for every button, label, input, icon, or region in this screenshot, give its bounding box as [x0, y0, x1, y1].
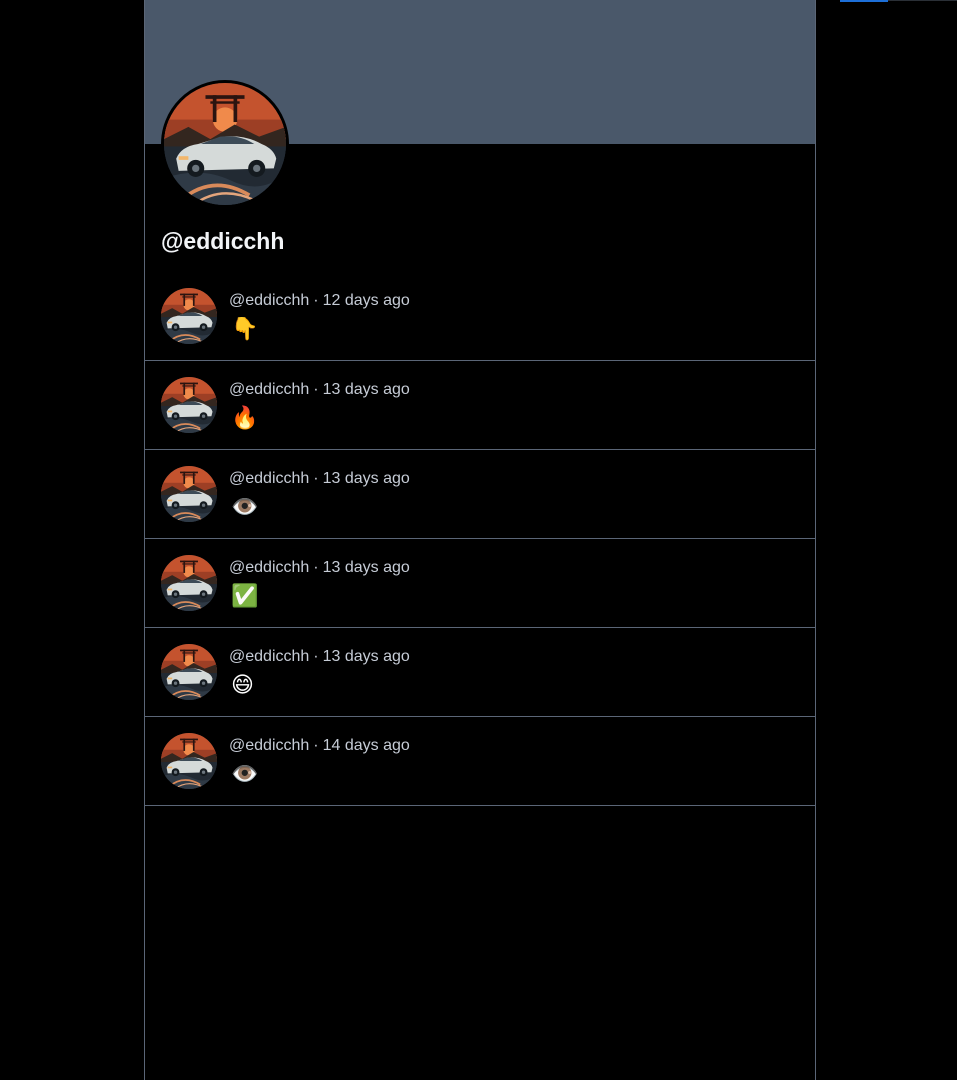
post-item[interactable]: @eddicchh · 14 days ago 👁️: [145, 717, 815, 806]
post-meta: @eddicchh · 14 days ago: [229, 736, 410, 756]
avatar[interactable]: [161, 644, 217, 700]
post-content: 👇: [231, 316, 259, 341]
profile-column: @eddicchh @eddicchh · 12 days ago 👇 @eddic…: [144, 0, 816, 1080]
post-timestamp[interactable]: 13 days ago: [323, 648, 410, 665]
page: @eddicchh @eddicchh · 12 days ago 👇 @eddic…: [0, 0, 957, 1080]
post-timestamp[interactable]: 13 days ago: [323, 381, 410, 398]
meta-separator: ·: [313, 470, 319, 487]
post-author[interactable]: @eddicchh: [229, 292, 309, 309]
sports-car-avatar-icon: [161, 377, 217, 433]
meta-separator: ·: [313, 559, 319, 576]
profile-avatar[interactable]: [161, 80, 289, 208]
tab-indicator: [840, 0, 888, 2]
sports-car-avatar-icon: [161, 288, 217, 344]
meta-separator: ·: [313, 648, 319, 665]
avatar[interactable]: [161, 733, 217, 789]
post-author[interactable]: @eddicchh: [229, 737, 309, 754]
tab-indicator-track: [888, 0, 957, 1]
post-content: 👁️: [231, 761, 259, 786]
sports-car-avatar-icon: [161, 555, 217, 611]
post-content: 👁️: [231, 494, 259, 519]
meta-separator: ·: [313, 737, 319, 754]
post-item[interactable]: @eddicchh · 13 days ago ✅: [145, 539, 815, 628]
meta-separator: ·: [313, 292, 319, 309]
post-meta: @eddicchh · 13 days ago: [229, 558, 410, 578]
post-content: ✅: [231, 583, 259, 608]
post-content: 🔥: [231, 405, 259, 430]
avatar[interactable]: [161, 555, 217, 611]
post-meta: @eddicchh · 13 days ago: [229, 469, 410, 489]
post-item[interactable]: @eddicchh · 13 days ago 😄: [145, 628, 815, 717]
post-author[interactable]: @eddicchh: [229, 381, 309, 398]
post-item[interactable]: @eddicchh · 13 days ago 👁️: [145, 450, 815, 539]
post-content: 😄: [231, 672, 254, 697]
avatar[interactable]: [161, 288, 217, 344]
meta-separator: ·: [313, 381, 319, 398]
sports-car-avatar-icon: [164, 83, 286, 205]
profile-handle: @eddicchh: [161, 228, 285, 254]
post-author[interactable]: @eddicchh: [229, 559, 309, 576]
post-item[interactable]: @eddicchh · 12 days ago 👇: [145, 272, 815, 361]
post-feed: @eddicchh · 12 days ago 👇 @eddicchh · 13 day…: [145, 272, 815, 806]
post-author[interactable]: @eddicchh: [229, 470, 309, 487]
sports-car-avatar-icon: [161, 466, 217, 522]
post-meta: @eddicchh · 12 days ago: [229, 291, 410, 311]
post-meta: @eddicchh · 13 days ago: [229, 380, 410, 400]
post-item[interactable]: @eddicchh · 13 days ago 🔥: [145, 361, 815, 450]
post-timestamp[interactable]: 12 days ago: [323, 292, 410, 309]
post-meta: @eddicchh · 13 days ago: [229, 647, 410, 667]
avatar[interactable]: [161, 466, 217, 522]
sports-car-avatar-icon: [161, 733, 217, 789]
post-timestamp[interactable]: 14 days ago: [323, 737, 410, 754]
post-timestamp[interactable]: 13 days ago: [323, 470, 410, 487]
post-timestamp[interactable]: 13 days ago: [323, 559, 410, 576]
avatar[interactable]: [161, 377, 217, 433]
sports-car-avatar-icon: [161, 644, 217, 700]
post-author[interactable]: @eddicchh: [229, 648, 309, 665]
